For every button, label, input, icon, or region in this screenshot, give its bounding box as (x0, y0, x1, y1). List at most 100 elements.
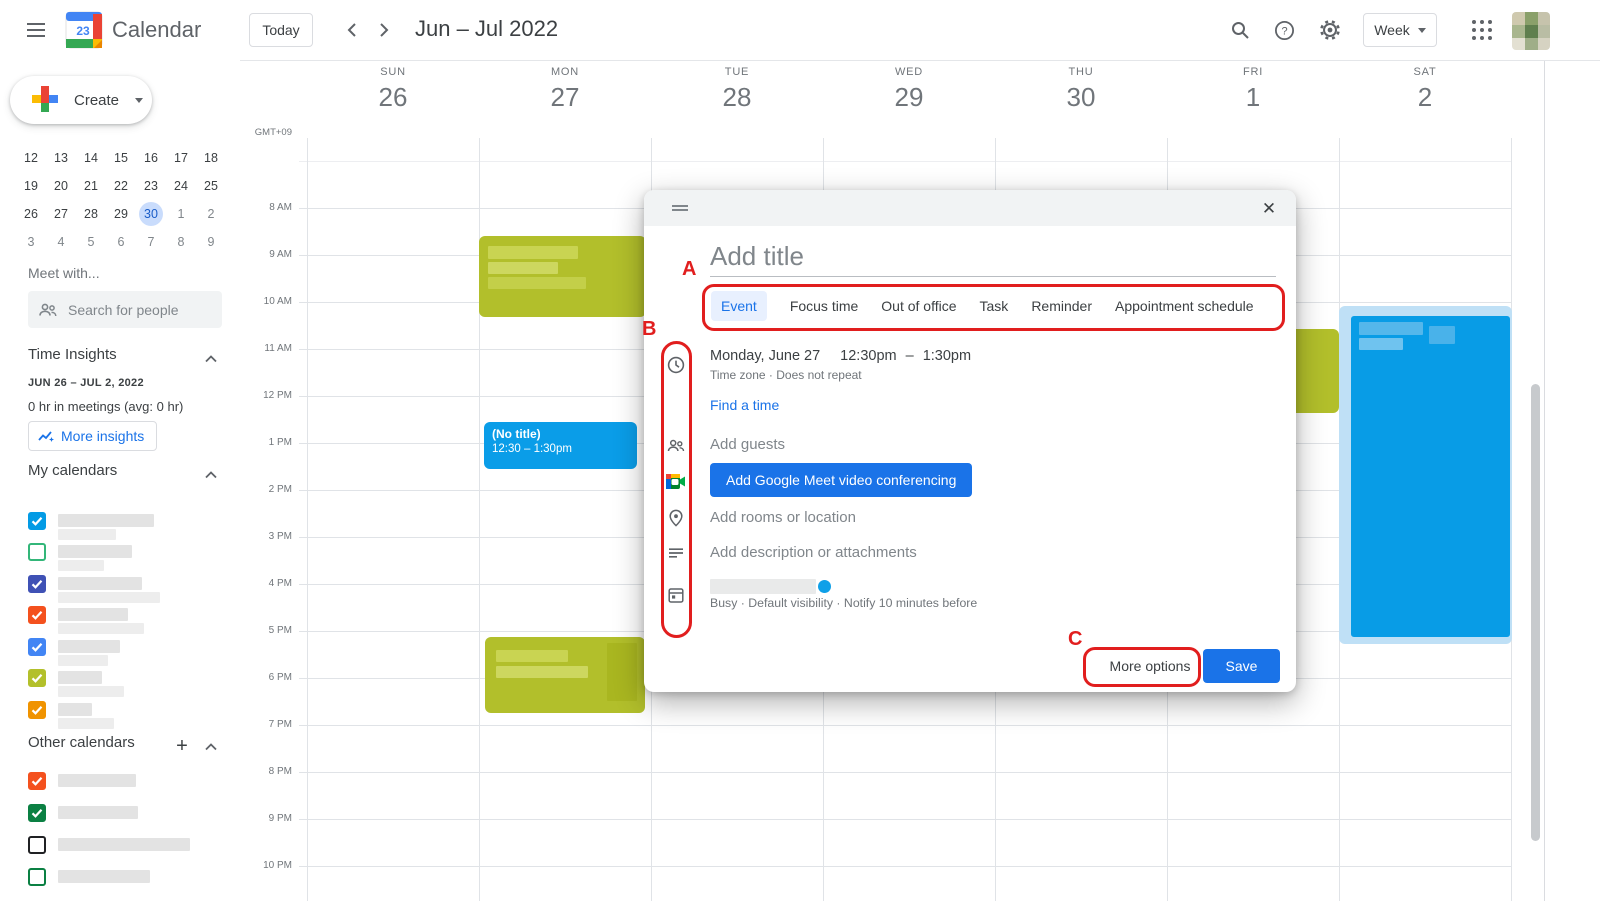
vertical-scrollbar[interactable] (1531, 384, 1540, 841)
mini-calendar-day[interactable]: 18 (196, 144, 226, 172)
tab-appointment-schedule[interactable]: Appointment schedule (1115, 298, 1254, 314)
mini-calendar-day[interactable]: 15 (106, 144, 136, 172)
settings-button[interactable] (1310, 10, 1350, 50)
event-monday-evening[interactable] (485, 637, 645, 713)
calendar-checkbox[interactable] (28, 701, 46, 719)
calendar-checkbox[interactable] (28, 638, 46, 656)
mini-calendar-day[interactable]: 14 (76, 144, 106, 172)
event-monday-morning[interactable] (479, 236, 646, 317)
mini-calendar-day[interactable]: 24 (166, 172, 196, 200)
mini-calendar-day[interactable]: 2 (196, 200, 226, 228)
main-menu-button[interactable] (16, 10, 56, 50)
add-rooms-field[interactable]: Add rooms or location (710, 509, 856, 526)
calendar-checkbox[interactable] (28, 772, 46, 790)
add-description-field[interactable]: Add description or attachments (710, 544, 917, 561)
tab-focus-time[interactable]: Focus time (790, 298, 858, 314)
date-time-row[interactable]: Monday, June 27 12:30pm – 1:30pm (710, 348, 971, 364)
mini-calendar-day[interactable]: 5 (76, 228, 106, 256)
chevron-up-icon[interactable] (205, 738, 217, 756)
calendar-checkbox[interactable] (28, 575, 46, 593)
hour-label: 1 PM (240, 437, 292, 448)
calendar-list-item[interactable] (28, 606, 228, 636)
more-insights-button[interactable]: More insights (28, 421, 157, 451)
day-number[interactable]: 26 (307, 82, 479, 113)
mini-calendar-day[interactable]: 8 (166, 228, 196, 256)
mini-calendar-day[interactable]: 6 (106, 228, 136, 256)
hour-label: 8 AM (240, 202, 292, 213)
google-apps-icon[interactable] (1472, 20, 1476, 24)
today-button[interactable]: Today (249, 13, 313, 47)
day-number[interactable]: 1 (1167, 82, 1339, 113)
svg-text:23: 23 (76, 24, 90, 38)
chevron-up-icon[interactable] (205, 350, 217, 368)
event-title-input[interactable] (710, 236, 1276, 277)
calendar-list-item[interactable] (28, 804, 228, 834)
mini-calendar-day[interactable]: 13 (46, 144, 76, 172)
day-number[interactable]: 28 (651, 82, 823, 113)
calendar-list-item[interactable] (28, 638, 228, 668)
calendar-checkbox[interactable] (28, 804, 46, 822)
hour-label: 9 PM (240, 813, 292, 824)
mini-calendar-day[interactable]: 30 (136, 200, 166, 228)
calendar-checkbox[interactable] (28, 868, 46, 886)
mini-calendar-day[interactable]: 7 (136, 228, 166, 256)
mini-calendar-day[interactable]: 1 (166, 200, 196, 228)
help-button[interactable]: ? (1264, 10, 1304, 50)
mini-calendar-day[interactable]: 9 (196, 228, 226, 256)
mini-calendar-day[interactable]: 20 (46, 172, 76, 200)
calendar-checkbox[interactable] (28, 669, 46, 687)
more-options-button[interactable]: More options (1099, 649, 1201, 683)
next-week-button[interactable] (364, 10, 404, 50)
calendar-checkbox[interactable] (28, 512, 46, 530)
mini-calendar-day[interactable]: 26 (16, 200, 46, 228)
mini-calendar-day[interactable]: 25 (196, 172, 226, 200)
mini-calendar-day[interactable]: 27 (46, 200, 76, 228)
mini-calendar-day[interactable]: 19 (16, 172, 46, 200)
dialog-drag-header[interactable]: ✕ (644, 190, 1296, 226)
day-number[interactable]: 29 (823, 82, 995, 113)
calendar-checkbox[interactable] (28, 836, 46, 854)
tab-task[interactable]: Task (980, 298, 1009, 314)
save-button[interactable]: Save (1203, 649, 1280, 683)
calendar-list-item[interactable] (28, 575, 228, 605)
mini-calendar-day[interactable]: 21 (76, 172, 106, 200)
day-number[interactable]: 30 (995, 82, 1167, 113)
mini-calendar-day[interactable]: 28 (76, 200, 106, 228)
calendar-list-item[interactable] (28, 836, 228, 866)
tab-event[interactable]: Event (711, 291, 767, 321)
calendar-list-item[interactable] (28, 512, 228, 542)
calendar-list-item[interactable] (28, 543, 228, 573)
add-other-calendar-button[interactable]: + (170, 734, 194, 758)
day-gridline-tick (995, 138, 996, 150)
calendar-checkbox[interactable] (28, 606, 46, 624)
tab-out-of-office[interactable]: Out of office (881, 298, 956, 314)
calendar-list-item[interactable] (28, 669, 228, 699)
close-dialog-button[interactable]: ✕ (1256, 196, 1282, 222)
mini-calendar-day[interactable]: 29 (106, 200, 136, 228)
chevron-up-icon[interactable] (205, 466, 217, 484)
day-number[interactable]: 2 (1339, 82, 1511, 113)
mini-calendar-day[interactable]: 17 (166, 144, 196, 172)
add-meet-button[interactable]: Add Google Meet video conferencing (710, 463, 972, 497)
mini-calendar-day[interactable]: 3 (16, 228, 46, 256)
mini-calendar-day[interactable]: 4 (46, 228, 76, 256)
calendar-list-item[interactable] (28, 868, 228, 898)
calendar-list-item[interactable] (28, 772, 228, 802)
event-no-title[interactable]: (No title) 12:30 – 1:30pm (484, 422, 637, 469)
mini-calendar-day[interactable]: 23 (136, 172, 166, 200)
event-saturday-selected[interactable] (1339, 306, 1512, 644)
view-selector[interactable]: Week (1363, 13, 1437, 47)
avatar[interactable] (1512, 12, 1550, 50)
calendar-checkbox[interactable] (28, 543, 46, 561)
add-guests-field[interactable]: Add guests (710, 436, 785, 453)
calendar-list-item[interactable] (28, 701, 228, 731)
tab-reminder[interactable]: Reminder (1031, 298, 1092, 314)
day-number[interactable]: 27 (479, 82, 651, 113)
search-icon (1230, 20, 1250, 40)
mini-calendar-day[interactable]: 22 (106, 172, 136, 200)
find-a-time-link[interactable]: Find a time (710, 397, 779, 413)
search-button[interactable] (1220, 10, 1260, 50)
mini-calendar-day[interactable]: 12 (16, 144, 46, 172)
mini-calendar-day[interactable]: 16 (136, 144, 166, 172)
create-button[interactable]: Create (10, 76, 152, 124)
